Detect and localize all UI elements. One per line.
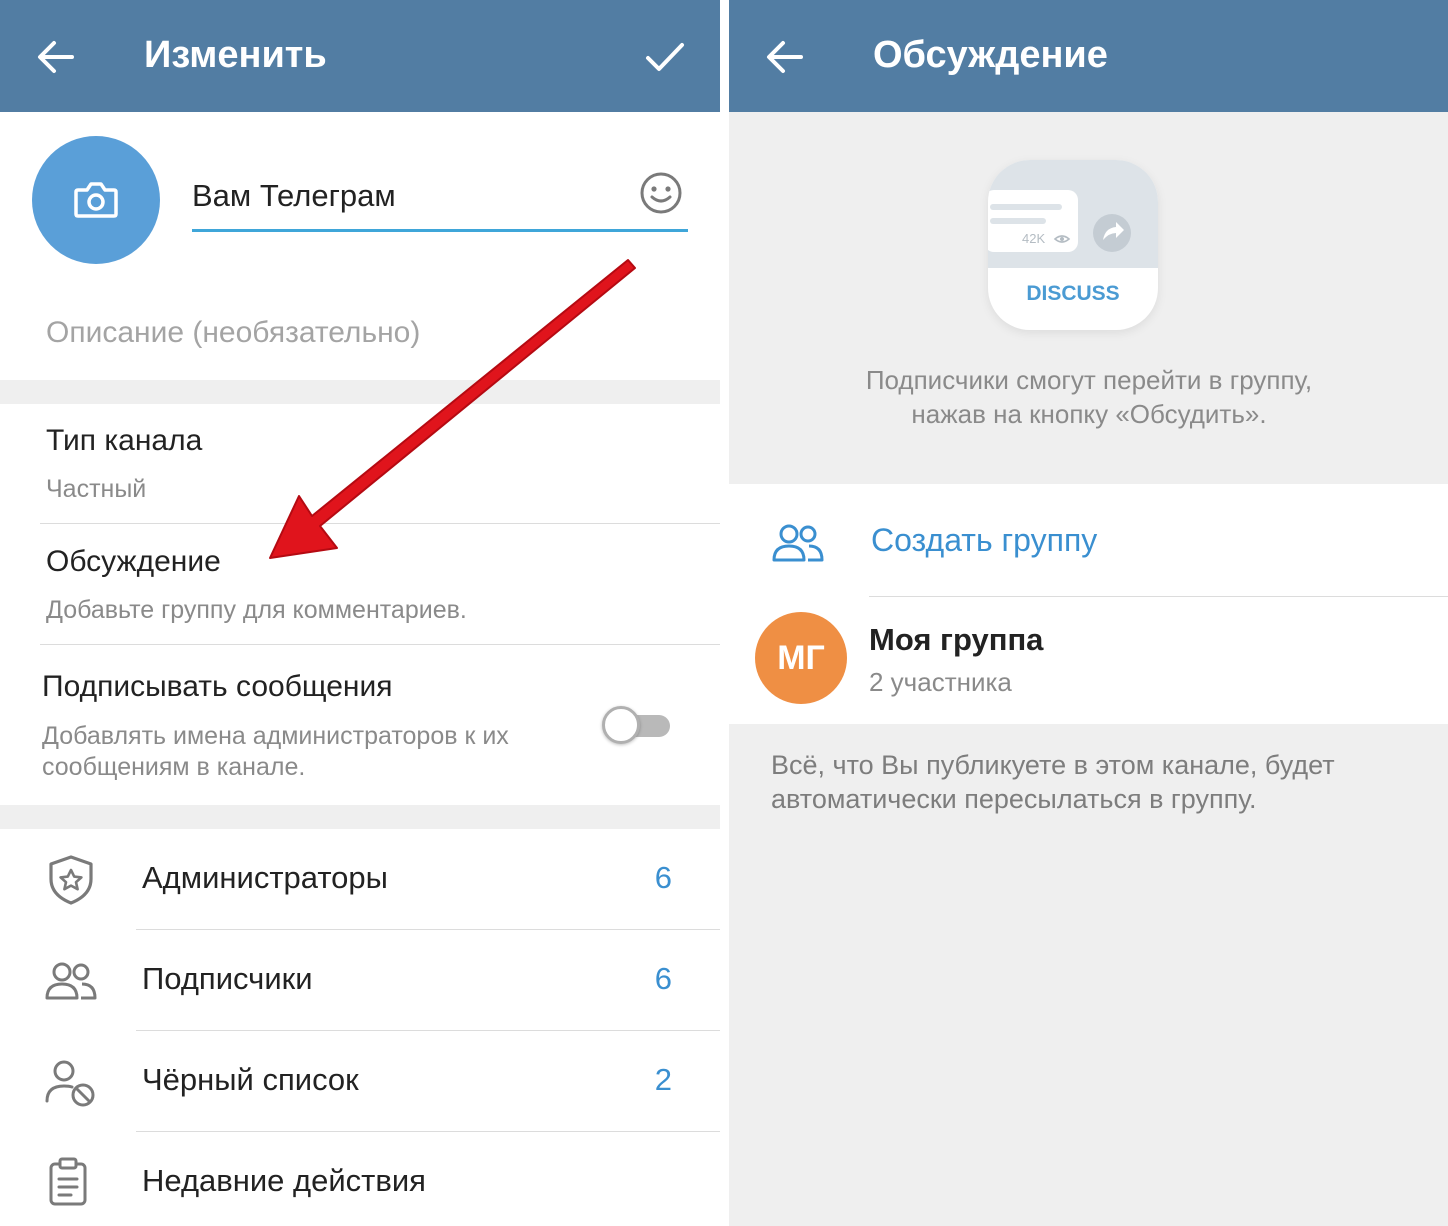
description-input[interactable]: Описание (необязательно) bbox=[46, 316, 420, 350]
hint-line-1: Подписчики смогут перейти в группу, bbox=[865, 365, 1313, 395]
divider bbox=[869, 596, 1448, 597]
app-bar: Обсуждение bbox=[729, 0, 1448, 112]
arrow-left-icon bbox=[38, 41, 74, 73]
section-divider bbox=[0, 805, 720, 829]
app-bar: Изменить bbox=[0, 0, 720, 112]
page-title: Обсуждение bbox=[873, 34, 1108, 76]
sign-messages-description: Добавлять имена администраторов к их соо… bbox=[42, 722, 509, 781]
edit-channel-screen: Изменить Вам Телеграм Описание (необязат… bbox=[0, 0, 720, 1226]
menu-label-recent-actions: Недавние действия bbox=[142, 1163, 426, 1198]
sign-messages-toggle[interactable] bbox=[602, 706, 670, 744]
channel-type-value: Частный bbox=[46, 475, 147, 503]
group-avatar: МГ bbox=[755, 612, 847, 704]
discussion-value: Добавьте группу для комментариев. bbox=[46, 596, 467, 624]
subscribers-count: 6 bbox=[654, 961, 672, 996]
clipboard-icon bbox=[44, 1156, 98, 1210]
hint-line-2: нажав на кнопку «Обсудить». bbox=[911, 399, 1267, 429]
panel-divider bbox=[720, 0, 729, 1226]
divider bbox=[136, 1131, 720, 1132]
user-blocked-icon bbox=[44, 1055, 98, 1109]
discuss-button-label: DISCUSS bbox=[1026, 282, 1120, 305]
group-card: Создать группу МГ Моя группа 2 участника bbox=[729, 484, 1448, 724]
channel-type-title: Тип канала bbox=[46, 424, 203, 457]
blacklist-count: 2 bbox=[654, 1062, 672, 1097]
create-group-label: Создать группу bbox=[871, 522, 1098, 558]
group-members: 2 участника bbox=[869, 667, 1012, 697]
divider bbox=[40, 644, 720, 645]
camera-icon bbox=[74, 182, 118, 218]
emoji-button[interactable] bbox=[638, 170, 684, 216]
menu-label-blacklist: Чёрный список bbox=[142, 1062, 359, 1097]
channel-name-input[interactable]: Вам Телеграм bbox=[192, 172, 688, 232]
views-count: 42K bbox=[1022, 231, 1046, 246]
toggle-knob bbox=[602, 706, 640, 744]
menu-label-administrators: Администраторы bbox=[142, 860, 388, 895]
smile-icon bbox=[640, 172, 682, 214]
group-name: Моя группа bbox=[869, 622, 1044, 657]
sign-messages-title: Подписывать сообщения bbox=[42, 670, 393, 703]
save-button[interactable] bbox=[636, 30, 694, 84]
divider bbox=[136, 929, 720, 930]
section-divider bbox=[0, 380, 720, 404]
shield-star-icon bbox=[44, 853, 98, 907]
arrow-left-icon bbox=[767, 41, 803, 73]
discussion-illustration: 42K DISCUSS bbox=[988, 160, 1158, 330]
divider bbox=[40, 523, 720, 524]
page-title: Изменить bbox=[144, 34, 327, 76]
divider bbox=[136, 1030, 720, 1031]
back-button[interactable] bbox=[753, 30, 815, 84]
users-icon bbox=[771, 516, 825, 570]
discussion-screen: Обсуждение 42K DISCUSS Подписчики смогут… bbox=[729, 0, 1448, 1226]
back-button[interactable] bbox=[24, 30, 86, 84]
footer-note: Всё, что Вы публикуете в этом канале, бу… bbox=[771, 750, 1335, 814]
check-icon bbox=[646, 43, 684, 71]
set-photo-button[interactable] bbox=[32, 136, 160, 264]
menu-label-subscribers: Подписчики bbox=[142, 961, 313, 996]
administrators-count: 6 bbox=[654, 860, 672, 895]
channel-name-value: Вам Телеграм bbox=[192, 178, 396, 213]
discussion-title: Обсуждение bbox=[46, 545, 221, 578]
users-icon bbox=[44, 954, 98, 1008]
